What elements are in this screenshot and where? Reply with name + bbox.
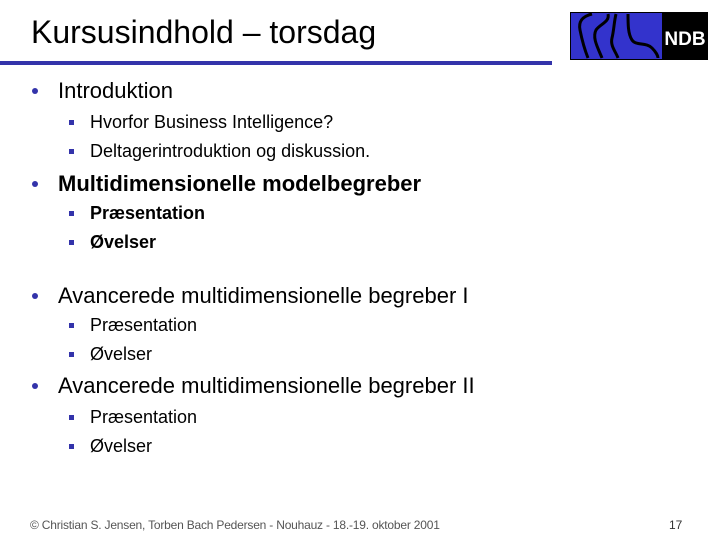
item-label: Øvelser xyxy=(90,344,153,364)
item-label: Præsentation xyxy=(90,315,198,335)
bullet-dot-icon xyxy=(32,383,38,389)
section-introduktion: Introduktion xyxy=(32,77,173,105)
ndb-logo-icon: NDB xyxy=(570,12,708,60)
section-avancerede-1: Avancerede multidimensionelle begreber I xyxy=(32,282,469,310)
bullet-square-icon xyxy=(69,352,74,357)
item-label: Præsentation xyxy=(90,203,206,223)
section-multidimensionelle: Multidimensionelle modelbegreber xyxy=(32,170,422,198)
bullet-square-icon xyxy=(69,415,74,420)
footer-copyright: © Christian S. Jensen, Torben Bach Peder… xyxy=(30,518,440,532)
list-item: Deltagerintroduktion og diskussion. xyxy=(69,139,371,163)
page-number: 17 xyxy=(669,518,683,532)
bullet-square-icon xyxy=(69,120,74,125)
list-item: Øvelser xyxy=(69,342,153,366)
section-label: Avancerede multidimensionelle begreber I… xyxy=(58,373,475,398)
item-label: Øvelser xyxy=(90,232,157,252)
section-avancerede-2: Avancerede multidimensionelle begreber I… xyxy=(32,372,475,400)
section-label: Introduktion xyxy=(58,78,173,103)
section-label: Multidimensionelle modelbegreber xyxy=(58,171,422,196)
list-item: Øvelser xyxy=(69,434,153,458)
item-label: Øvelser xyxy=(90,436,153,456)
slide-title: Kursusindhold – torsdag xyxy=(31,14,377,50)
section-label: Avancerede multidimensionelle begreber I xyxy=(58,283,469,308)
bullet-square-icon xyxy=(69,323,74,328)
bullet-square-icon xyxy=(69,444,74,449)
list-item: Øvelser xyxy=(69,230,157,254)
bullet-dot-icon xyxy=(32,181,38,187)
ndb-logo: NDB xyxy=(570,12,708,60)
bullet-square-icon xyxy=(69,240,74,245)
list-item: Præsentation xyxy=(69,405,198,429)
item-label: Hvorfor Business Intelligence? xyxy=(90,112,334,132)
list-item: Præsentation xyxy=(69,313,198,337)
bullet-square-icon xyxy=(69,211,74,216)
list-item: Præsentation xyxy=(69,201,206,225)
bullet-dot-icon xyxy=(32,293,38,299)
svg-text:NDB: NDB xyxy=(664,29,705,50)
bullet-dot-icon xyxy=(32,88,38,94)
title-underline xyxy=(0,61,552,65)
item-label: Præsentation xyxy=(90,407,198,427)
item-label: Deltagerintroduktion og diskussion. xyxy=(90,141,371,161)
list-item: Hvorfor Business Intelligence? xyxy=(69,110,334,134)
bullet-square-icon xyxy=(69,149,74,154)
